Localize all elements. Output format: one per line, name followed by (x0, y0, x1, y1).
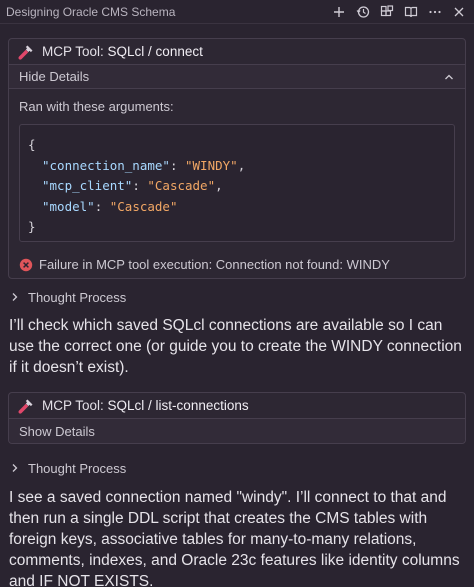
error-icon (19, 258, 33, 271)
code-line: "mcp_client": "Cascade", (42, 178, 223, 193)
ran-with-label: Ran with these arguments: (19, 99, 174, 114)
tool-call-connect: MCP Tool: SQLcl / connect Hide Details R… (8, 38, 466, 279)
tool-prefix: MCP Tool: (42, 44, 104, 59)
tool-call-header: MCP Tool: SQLcl / list-connections (9, 393, 465, 419)
show-details-toggle[interactable]: Show Details (9, 419, 465, 443)
plus-icon[interactable] (332, 5, 346, 19)
history-icon[interactable] (356, 5, 370, 19)
tool-name: SQLcl / connect (107, 44, 203, 59)
code-close-brace: } (28, 219, 36, 234)
close-icon[interactable] (452, 5, 466, 19)
thought-process-toggle[interactable]: Thought Process (0, 457, 474, 479)
extensions-icon[interactable] (380, 4, 394, 19)
error-message: Failure in MCP tool execution: Connectio… (9, 248, 465, 278)
thought-label: Thought Process (28, 460, 127, 476)
window-title: Designing Oracle CMS Schema (6, 4, 176, 19)
tool-call-header: MCP Tool: SQLcl / connect (9, 39, 465, 65)
toggle-label: Hide Details (19, 69, 90, 84)
hammer-icon (18, 399, 33, 414)
code-line: "model": "Cascade" (42, 198, 178, 214)
assistant-message: I see a saved connection named "windy". … (9, 489, 460, 587)
error-text: Failure in MCP tool execution: Connectio… (39, 257, 390, 272)
hide-details-toggle[interactable]: Hide Details (9, 65, 465, 89)
assistant-message: I’ll check which saved SQLcl connections… (9, 317, 462, 376)
thought-process-toggle[interactable]: Thought Process (0, 286, 474, 308)
tool-details: Ran with these arguments: { "connection_… (9, 89, 465, 248)
code-line: "connection_name": "WINDY", (42, 157, 246, 173)
book-icon[interactable] (404, 5, 418, 19)
code-open-brace: { (28, 137, 36, 152)
chevron-right-icon (12, 293, 18, 301)
toggle-label: Show Details (19, 423, 95, 439)
chevron-right-icon (12, 464, 18, 472)
title-actions (332, 4, 466, 19)
tool-prefix: MCP Tool: (42, 398, 104, 413)
chevron-up-icon (445, 74, 453, 79)
tool-name: SQLcl / list-connections (107, 398, 249, 413)
tool-call-list-connections: MCP Tool: SQLcl / list-connections Show … (8, 392, 466, 444)
title-bar: Designing Oracle CMS Schema (0, 0, 474, 24)
thought-label: Thought Process (28, 289, 127, 305)
arguments-code-block: { "connection_name": "WINDY", "mcp_clien… (19, 124, 455, 242)
hammer-icon (18, 45, 33, 60)
more-icon[interactable] (428, 5, 442, 19)
